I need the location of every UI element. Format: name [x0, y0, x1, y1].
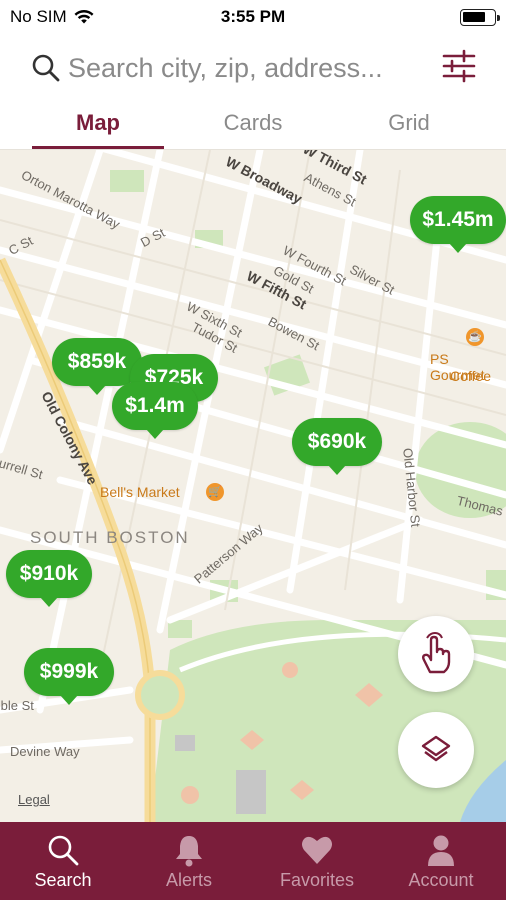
- search-icon: [32, 54, 60, 82]
- poi-bells-market[interactable]: Bell's Market: [100, 484, 180, 500]
- search-icon: [48, 835, 79, 866]
- district-label: SOUTH BOSTON: [30, 528, 190, 547]
- street-label: Noble St: [0, 698, 34, 713]
- shopping-cart-icon[interactable]: 🛒: [206, 483, 224, 501]
- map-view[interactable]: W Third St W Broadway Athens St Orton Ma…: [0, 150, 506, 822]
- price-pin[interactable]: $1.45m: [410, 196, 506, 253]
- tab-map[interactable]: Map: [33, 110, 163, 136]
- price-pin[interactable]: $690k: [292, 418, 382, 475]
- nav-account[interactable]: Account: [378, 822, 504, 900]
- status-time: 3:55 PM: [220, 7, 286, 26]
- search-input[interactable]: [68, 48, 428, 88]
- tab-grid[interactable]: Grid: [344, 110, 474, 136]
- person-icon: [428, 835, 454, 866]
- battery-fill: [463, 12, 485, 22]
- bell-icon: [176, 836, 202, 867]
- coffee-cup-icon[interactable]: ☕: [466, 328, 484, 346]
- nav-search[interactable]: Search: [0, 822, 126, 900]
- nav-alerts[interactable]: Alerts: [126, 822, 252, 900]
- street-label: Devine Way: [10, 744, 80, 759]
- nav-search-label: Search: [34, 870, 92, 890]
- nav-alerts-label: Alerts: [165, 870, 212, 890]
- nav-favorites[interactable]: Favorites: [254, 822, 380, 900]
- battery-icon: [460, 9, 500, 26]
- map-layers-button[interactable]: [398, 712, 474, 788]
- active-tab-indicator: [32, 146, 164, 149]
- filter-sliders-icon[interactable]: [440, 48, 478, 84]
- view-tabs: Map Cards Grid: [0, 100, 506, 150]
- price-pin[interactable]: $999k: [24, 648, 114, 705]
- price-pin[interactable]: $859k: [52, 338, 142, 395]
- draw-area-button[interactable]: [398, 616, 474, 692]
- price-pin[interactable]: $1.4m: [112, 382, 198, 439]
- search-bar: [0, 34, 506, 100]
- tab-cards[interactable]: Cards: [188, 110, 318, 136]
- legal-link[interactable]: Legal: [18, 792, 50, 807]
- layers-icon: [421, 735, 451, 762]
- status-bar: No SIM 3:55 PM: [0, 0, 506, 34]
- nav-account-label: Account: [408, 870, 474, 890]
- poi-ps-gourmet-line2: Coffee: [450, 368, 491, 384]
- hand-pointer-icon: [422, 632, 451, 674]
- nav-favorites-label: Favorites: [279, 870, 355, 890]
- heart-icon: [302, 836, 332, 864]
- bottom-tab-bar: Search Alerts Favorites Account: [0, 822, 506, 900]
- price-pin[interactable]: $910k: [6, 550, 92, 607]
